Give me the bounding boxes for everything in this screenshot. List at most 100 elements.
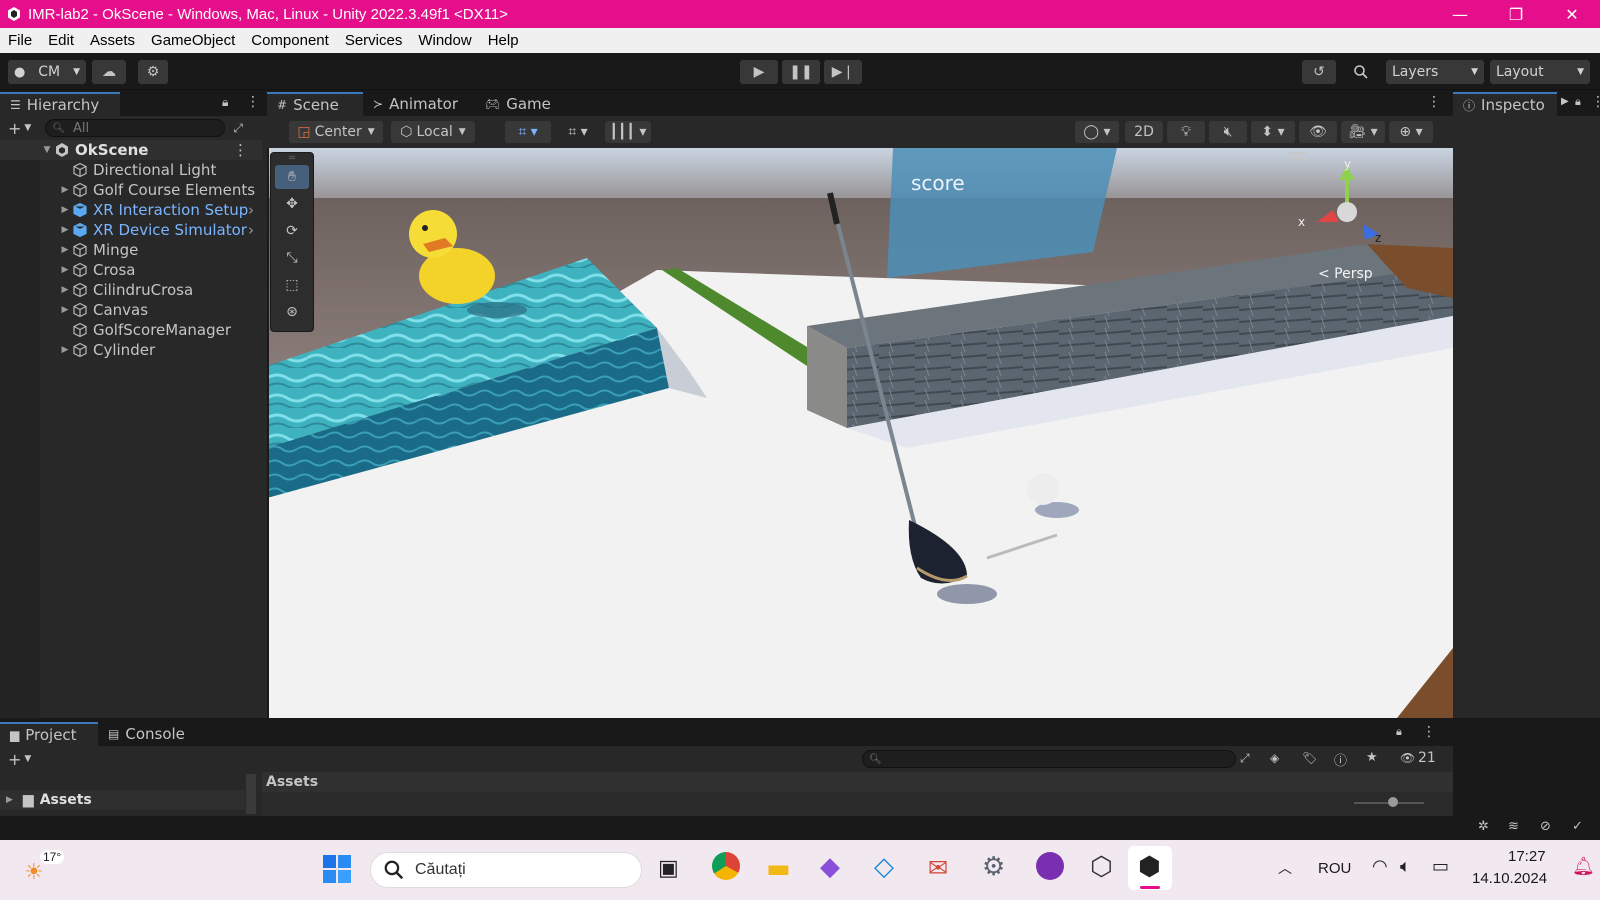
scale-tool[interactable]: ⤡ <box>275 246 309 270</box>
expand-icon[interactable]: ⤢ <box>233 121 243 136</box>
github-desktop-icon[interactable] <box>1036 852 1064 880</box>
pause-button[interactable]: ❚❚ <box>782 60 820 84</box>
hidden-eye-icon[interactable]: 👁︎ <box>1400 751 1415 765</box>
ruler-button[interactable]: ┃┃┃ ▾ <box>605 121 651 143</box>
filter-type-icon[interactable]: ◈ <box>1270 751 1279 765</box>
battery-icon[interactable]: ▭ <box>1432 856 1449 877</box>
hierarchy-item[interactable]: ▶ Crosa <box>0 260 262 280</box>
collab-button[interactable]: ⚙ <box>138 60 168 84</box>
rotate-tool[interactable]: ⟳ <box>275 219 309 243</box>
language-indicator[interactable]: ROU <box>1318 860 1351 877</box>
hierarchy-item[interactable]: ▶ Cylinder <box>0 340 262 360</box>
expand-arrow-icon[interactable]: ▶ <box>58 205 72 215</box>
hierarchy-item[interactable]: ▶ XR Interaction Setup › <box>0 200 262 220</box>
effects-toggle[interactable]: ⬍ ▾ <box>1251 121 1295 143</box>
palette-handle[interactable]: ═ <box>271 153 313 164</box>
expand-arrow-icon[interactable]: ▶ <box>58 305 72 315</box>
vscode-icon[interactable]: ◇ <box>874 852 894 882</box>
tab-scene[interactable]: # Scene <box>267 92 363 116</box>
volume-icon[interactable]: 🔈︎ <box>1400 856 1411 877</box>
tab-project[interactable]: ▆ Project <box>0 722 98 746</box>
more-icon[interactable]: ⋮ <box>246 94 260 110</box>
prefab-open-icon[interactable]: › <box>248 221 254 239</box>
mode-2d-button[interactable]: 2D <box>1125 121 1163 143</box>
chevron-down-icon[interactable]: ▼ <box>24 123 31 133</box>
menu-services[interactable]: Services <box>337 32 411 49</box>
pivot-dropdown[interactable]: ◲ Center ▼ <box>289 121 383 143</box>
play-button[interactable]: ▶ <box>740 60 778 84</box>
lock-icon[interactable]: 🔒︎ <box>1396 725 1402 739</box>
move-tool[interactable]: ✥ <box>275 192 309 216</box>
step-button[interactable]: ▶❘ <box>824 60 862 84</box>
notification-bell-icon[interactable]: 🔔︎ <box>1572 856 1595 877</box>
zoom-slider-handle[interactable] <box>1388 797 1398 807</box>
tab-inspector[interactable]: ⓘ Inspecto <box>1453 92 1557 116</box>
audio-toggle[interactable]: 🔇︎ <box>1209 121 1247 143</box>
breadcrumb-assets[interactable]: Assets <box>266 774 318 790</box>
expand-arrow-icon[interactable]: ▶ <box>58 345 72 355</box>
visual-studio-icon[interactable]: ◆ <box>820 852 840 882</box>
search-button[interactable] <box>1346 60 1376 84</box>
start-button[interactable] <box>322 854 352 884</box>
cache-icon[interactable]: ≋ <box>1508 819 1519 834</box>
rect-tool[interactable]: ⬚ <box>275 273 309 297</box>
taskbar-search[interactable]: Căutați <box>370 852 642 888</box>
chevron-up-icon[interactable]: ︿ <box>1278 858 1292 878</box>
layers-dropdown[interactable]: Layers ▼ <box>1386 60 1484 84</box>
transform-tool[interactable]: ⊛ <box>275 300 309 324</box>
clock-date[interactable]: 14.10.2024 <box>1472 870 1547 887</box>
expand-arrow-icon[interactable]: ▶ <box>58 225 72 235</box>
folder-scrollbar[interactable] <box>246 774 256 814</box>
hierarchy-item[interactable]: ▶ CilindruCrosa <box>0 280 262 300</box>
expand-arrow-icon[interactable]: ▶ <box>58 285 72 295</box>
unity-hub-icon[interactable]: ⬡ <box>1090 852 1113 882</box>
increment-snap-button[interactable]: ⌗ ▾ <box>555 121 601 143</box>
menu-edit[interactable]: Edit <box>40 32 82 49</box>
maximize-button[interactable]: ❐ <box>1488 0 1544 28</box>
menu-assets[interactable]: Assets <box>82 32 143 49</box>
close-button[interactable]: ✕ <box>1544 0 1600 28</box>
lock-icon[interactable]: 🔒︎ <box>1575 95 1581 109</box>
folder-assets-row[interactable]: ▶ ▆ Assets <box>0 790 245 810</box>
project-search-field[interactable]: 🔍︎ <box>862 750 1236 768</box>
tab-game[interactable]: 🎮︎ Game <box>475 92 565 116</box>
lighting-toggle[interactable]: 💡︎ <box>1167 121 1205 143</box>
task-view-icon[interactable]: ▣ <box>658 856 679 881</box>
more-icon[interactable]: ⋮ <box>1591 94 1600 110</box>
settings-icon[interactable]: ⚙ <box>982 852 1005 882</box>
network-icon[interactable]: ⊘ <box>1540 819 1551 834</box>
space-dropdown[interactable]: ⬡ Local ▼ <box>391 121 475 143</box>
menu-window[interactable]: Window <box>410 32 479 49</box>
warning-icon[interactable]: ⓘ <box>1334 750 1347 769</box>
more-icon[interactable]: ⋮ <box>1427 94 1441 110</box>
expand-arrow-icon[interactable]: ▼ <box>40 145 54 155</box>
visibility-toggle[interactable]: 👁︎ <box>1299 121 1337 143</box>
label-icon[interactable]: 🏷︎ <box>1302 751 1317 765</box>
gizmos-dropdown[interactable]: ⊕ ▾ <box>1389 121 1433 143</box>
camera-dropdown[interactable]: 🎥︎ ▾ <box>1341 121 1385 143</box>
shading-mode-button[interactable]: ◯ ▾ <box>1075 121 1119 143</box>
hierarchy-item[interactable]: Directional Light <box>0 160 262 180</box>
file-explorer-icon[interactable]: ▬ <box>766 854 791 884</box>
arrow-right-icon[interactable]: ▶ <box>1561 96 1569 107</box>
hierarchy-search-field[interactable]: 🔍︎ All <box>45 119 226 137</box>
more-icon[interactable]: ⋮ <box>1422 724 1436 740</box>
prefab-open-icon[interactable]: › <box>248 201 254 219</box>
star-icon[interactable]: ★ <box>1366 750 1378 765</box>
history-button[interactable]: ↺ <box>1302 60 1336 84</box>
scene-viewport[interactable]: score x y z < Persp <box>267 148 1453 718</box>
menu-component[interactable]: Component <box>243 32 337 49</box>
hand-tool[interactable]: ✋︎ <box>275 165 309 189</box>
hierarchy-item[interactable]: GolfScoreManager <box>0 320 262 340</box>
chevron-down-icon[interactable]: ▼ <box>24 754 31 764</box>
expand-arrow-icon[interactable]: ▶ <box>58 185 72 195</box>
expand-arrow-icon[interactable]: ▶ <box>6 795 13 805</box>
add-icon[interactable]: + <box>8 119 21 138</box>
debug-icon[interactable]: ✲ <box>1478 819 1489 834</box>
hierarchy-item[interactable]: ▶ Minge <box>0 240 262 260</box>
expand-arrow-icon[interactable]: ▶ <box>58 245 72 255</box>
minimize-button[interactable]: — <box>1432 0 1488 28</box>
account-dropdown[interactable]: ● CM ▼ <box>8 60 86 84</box>
add-icon[interactable]: + <box>8 750 21 769</box>
layout-dropdown[interactable]: Layout ▼ <box>1490 60 1590 84</box>
